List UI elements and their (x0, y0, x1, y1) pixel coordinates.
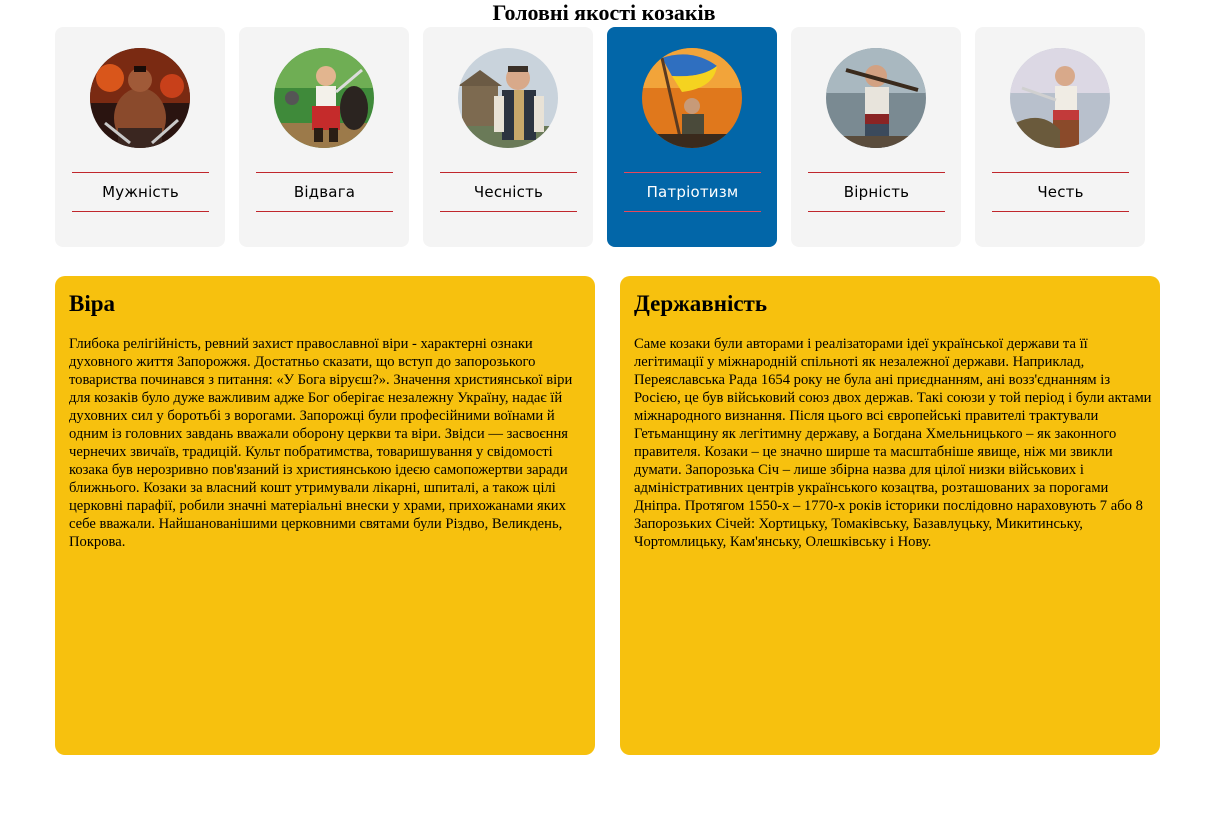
quality-card-honesty[interactable]: Чесність (423, 27, 593, 247)
quality-card-loyalty[interactable]: Вірність (791, 27, 961, 247)
quality-label-honour: Честь (992, 172, 1129, 212)
quality-card-honour[interactable]: Честь (975, 27, 1145, 247)
quality-card-patriotism[interactable]: Патріотизм (607, 27, 777, 247)
panel-title: Віра (69, 291, 116, 316)
quality-label-patriotism: Патріотизм (624, 172, 761, 212)
quality-label-bravery: Відвага (256, 172, 393, 212)
cossack-with-musket-portrait-icon (826, 48, 926, 148)
cossack-with-sabre-portrait-icon (1010, 48, 1110, 148)
quality-card-bravery[interactable]: Відвага (239, 27, 409, 247)
quality-card-courage[interactable]: Мужність (55, 27, 225, 247)
quality-label-honesty: Чесність (440, 172, 577, 212)
panel-title: Державність (634, 291, 768, 316)
panel-faith: Віра Глибока релігійність, ревний захист… (55, 276, 595, 755)
quality-label-courage: Мужність (72, 172, 209, 212)
warrior-portrait-icon (90, 48, 190, 148)
qualities-row: Мужність Відвага Чесність Патріотизм Вір… (55, 27, 1155, 247)
panel-statehood: Державність Саме козаки були авторами і … (620, 276, 1160, 755)
panel-text: Глибока релігійність, ревний захист прав… (69, 336, 573, 550)
cossack-at-fortress-portrait-icon (458, 48, 558, 148)
flag-bearer-portrait-icon (642, 48, 742, 148)
cossack-warrior-portrait-icon (274, 48, 374, 148)
panel-text: Саме козаки були авторами і реалізаторам… (634, 336, 1152, 550)
page-title: Головні якості козаків (492, 0, 716, 25)
quality-label-loyalty: Вірність (808, 172, 945, 212)
